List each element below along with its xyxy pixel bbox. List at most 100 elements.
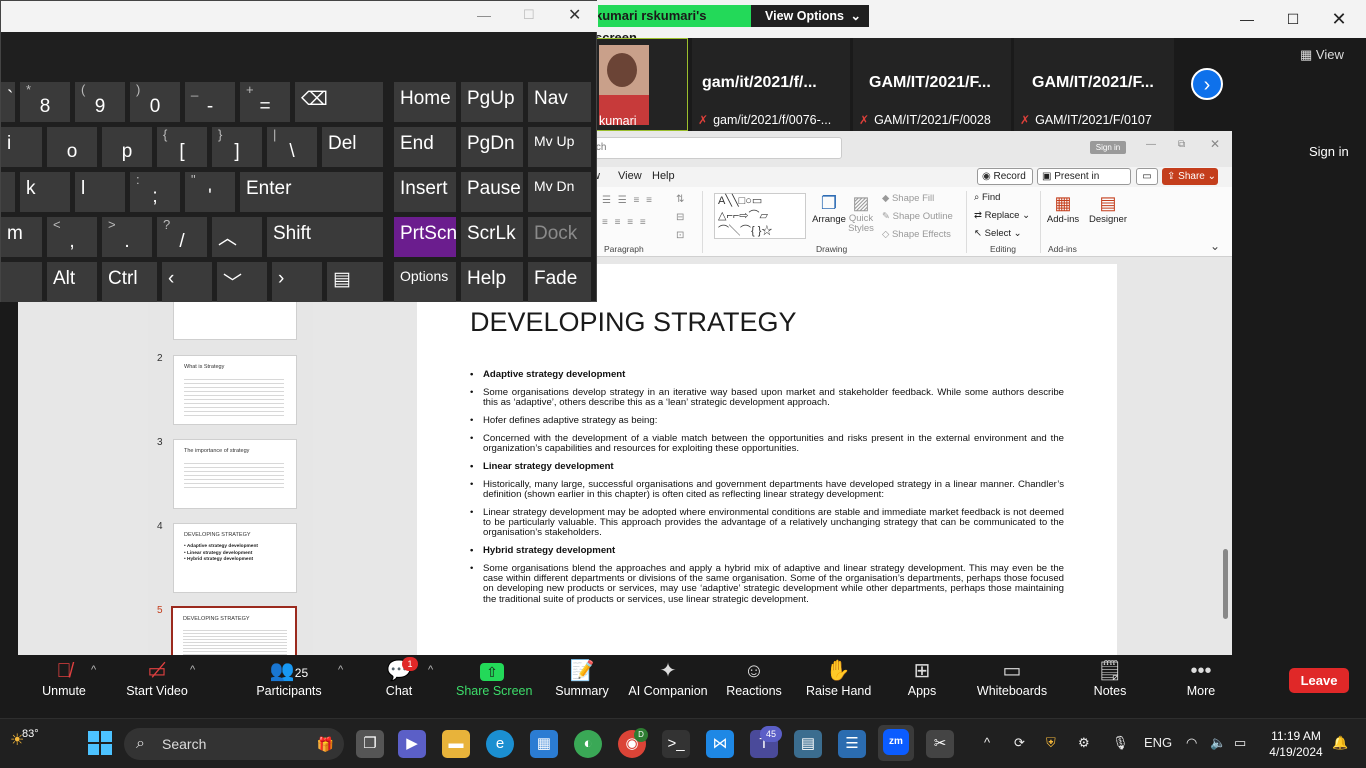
sync-icon[interactable]: ⟳	[1014, 735, 1025, 751]
key-alt[interactable]: Alt	[47, 262, 97, 302]
paragraph-controls[interactable]: ☰ ☰ ≡ ≡ ≡ ≡ ≡ ≡	[602, 195, 654, 228]
osk-close-button[interactable]: ✕	[568, 5, 581, 25]
key-][interactable]: }]	[212, 127, 262, 167]
raise-hand-button[interactable]: ✋ Raise Hand	[806, 658, 871, 698]
task-view-icon[interactable]: ❐	[356, 730, 384, 758]
view-options-button[interactable]: View Options ⌄	[751, 5, 869, 27]
designer-button[interactable]: ▤ Designer	[1088, 193, 1128, 225]
slide-thumbnail-3[interactable]: The importance of strategy	[173, 439, 297, 509]
start-video-button[interactable]: ▭̸ Start Video	[126, 658, 188, 698]
wifi-icon[interactable]: ◠	[1186, 735, 1197, 751]
comments-icon[interactable]: ▭	[1136, 168, 1158, 185]
slide-thumbnail-1[interactable]	[173, 300, 297, 340]
collapse-ribbon-icon[interactable]: ⌄	[1210, 239, 1220, 253]
key-partial[interactable]: i	[1, 127, 42, 167]
key-backspace[interactable]: ⌫	[295, 82, 383, 122]
quick-styles-button[interactable]: ▨ Quick Styles	[847, 193, 875, 234]
key-o[interactable]: o	[47, 127, 97, 167]
view-button[interactable]: ▦ View	[1300, 47, 1344, 63]
select-button[interactable]: ↖ Select ⌄	[974, 228, 1022, 239]
key-insert[interactable]: Insert	[394, 172, 456, 212]
key-right-arrow[interactable]: ›	[272, 262, 322, 302]
app-green-icon[interactable]: ◐	[574, 730, 602, 758]
notification-bell-icon[interactable]: 🔔	[1332, 735, 1348, 751]
zoom-taskbar-button[interactable]: zm	[878, 725, 914, 761]
terminal-icon[interactable]: >_	[662, 730, 690, 758]
share-screen-button[interactable]: ⇧ Share Screen	[456, 658, 532, 698]
key-mvup[interactable]: Mv Up	[528, 127, 591, 167]
file-explorer-icon[interactable]: ▬	[442, 730, 470, 758]
record-button[interactable]: ◉ Record	[977, 168, 1033, 185]
monitor-app-icon[interactable]: ▤	[794, 730, 822, 758]
key-=[interactable]: + =	[240, 82, 290, 122]
participant-tile[interactable]: gam/it/2021/f/... ✗ gam/it/2021/f/0076-..…	[692, 38, 850, 131]
taskbar-search[interactable]: ⌕ Search 🎁	[124, 728, 344, 760]
shapes-gallery[interactable]: A╲╲□○▭ △⌐⌐⇨⌒▱ ⌒╲⌒{ }☆	[714, 193, 806, 239]
key-enter[interactable]: Enter	[240, 172, 383, 212]
present-in-teams-button[interactable]: ▣ Present in Teams	[1037, 168, 1131, 197]
shape-effects-button[interactable]: ◇ Shape Effects	[882, 229, 951, 240]
osk-maximize-button[interactable]: ☐	[523, 7, 535, 23]
key-ctrl[interactable]: Ctrl	[102, 262, 157, 302]
start-button[interactable]	[88, 731, 112, 755]
network-monitor-icon[interactable]: ⚙	[1078, 735, 1090, 751]
ai-companion-button[interactable]: ✦ AI Companion	[628, 658, 708, 698]
slide-thumbnail-2[interactable]: What is Strategy	[173, 355, 297, 425]
key-pause[interactable]: Pause	[461, 172, 523, 212]
key-/[interactable]: ? /	[157, 217, 207, 257]
leave-button[interactable]: Leave	[1289, 668, 1349, 693]
close-button[interactable]: ✕	[1316, 0, 1362, 38]
key-.[interactable]: >.	[102, 217, 152, 257]
participant-tile[interactable]: kumari	[596, 38, 688, 131]
arrange-button[interactable]: ❐ Arrange	[812, 193, 846, 225]
slide-canvas[interactable]: DEVELOPING STRATEGY Adaptive strategy de…	[417, 264, 1117, 655]
key-shift[interactable]: Shift	[267, 217, 383, 257]
volume-icon[interactable]: 🔈	[1210, 735, 1226, 751]
osk-minimize-button[interactable]: —	[477, 7, 491, 23]
key-fade[interactable]: Fade	[528, 262, 591, 302]
microphone-icon[interactable]: 🎙	[1112, 735, 1129, 751]
maximize-button[interactable]: ☐	[1270, 0, 1316, 38]
add-ins-button[interactable]: ▦ Add-ins	[1046, 193, 1080, 225]
reactions-button[interactable]: ☺ Reactions	[726, 658, 782, 698]
key-;[interactable]: :;	[130, 172, 180, 212]
chevron-up-icon[interactable]: ^	[428, 664, 433, 676]
key-partial[interactable]	[1, 172, 15, 212]
key-prtscn[interactable]: PrtScn	[394, 217, 457, 257]
slide-scrollbar[interactable]	[1219, 257, 1232, 655]
key-options[interactable]: Options	[394, 262, 456, 302]
minimize-button[interactable]: —	[1224, 0, 1270, 38]
key-nav[interactable]: Nav	[528, 82, 591, 122]
whiteboards-button[interactable]: ▭ Whiteboards	[976, 658, 1048, 698]
ppt-close-button[interactable]: ✕	[1210, 137, 1220, 151]
ppt-maximize-button[interactable]: ⧉	[1178, 139, 1185, 150]
key-partial[interactable]: m	[1, 217, 42, 257]
battery-icon[interactable]: ▭	[1234, 735, 1246, 751]
participant-tile[interactable]: GAM/IT/2021/F... ✗ GAM/IT/2021/F/0107	[1014, 38, 1174, 131]
replace-button[interactable]: ⇄ Replace ⌄	[974, 210, 1030, 221]
key-mvdn[interactable]: Mv Dn	[528, 172, 591, 212]
ppt-minimize-button[interactable]: —	[1146, 139, 1156, 150]
share-button[interactable]: ⇪ Share ⌄	[1162, 168, 1218, 185]
key-up-arrow[interactable]: ︿	[212, 217, 262, 257]
participants-button[interactable]: 👥25 Participants	[256, 658, 322, 698]
text-direction-controls[interactable]: ⇅ ⊟ ⊡	[676, 191, 684, 245]
snipping-tool-icon[interactable]: ✂	[926, 730, 954, 758]
teams-meet-icon[interactable]: ▶	[398, 730, 426, 758]
key-pgup[interactable]: PgUp	[461, 82, 523, 122]
key-down-arrow[interactable]: ﹀	[217, 262, 267, 302]
edge-icon[interactable]: e	[486, 730, 514, 758]
sign-in-link[interactable]: Sign in	[1309, 144, 1349, 159]
key-p[interactable]: p	[102, 127, 152, 167]
show-hidden-icons[interactable]: ^	[984, 735, 990, 750]
security-icon[interactable]: ⛨	[1046, 735, 1056, 751]
chevron-up-icon[interactable]: ^	[338, 664, 343, 676]
find-button[interactable]: ⌕ Find	[974, 192, 1000, 203]
key-del[interactable]: Del	[322, 127, 383, 167]
key-end[interactable]: End	[394, 127, 456, 167]
key--[interactable]: _ -	[185, 82, 235, 122]
chevron-up-icon[interactable]: ^	[91, 664, 96, 676]
unmute-button[interactable]: 🎙̸ Unmute	[40, 658, 88, 698]
key-scrlk[interactable]: ScrLk	[461, 217, 523, 257]
key-8[interactable]: * 8	[20, 82, 70, 122]
